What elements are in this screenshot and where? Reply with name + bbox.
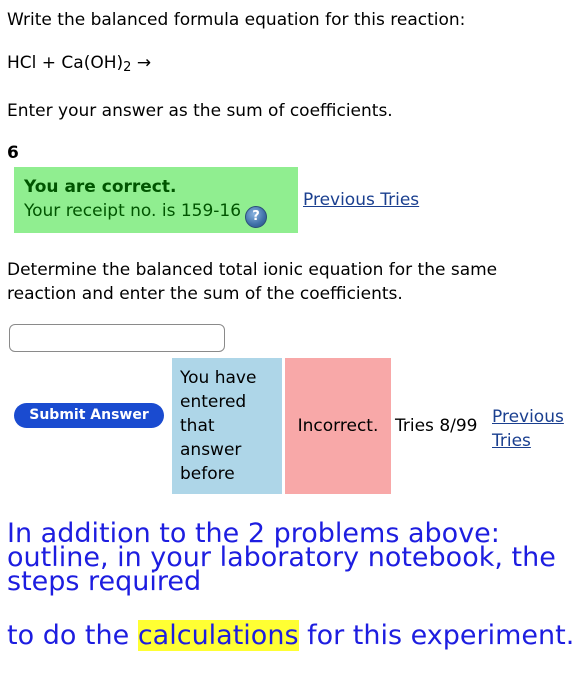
notebook-instruction-continued: to do the calculations for this experime… [7,620,577,651]
incorrect-feedback: Incorrect. [285,358,391,494]
entered-before-message: You have entered that answer before [172,358,282,494]
equation-main: HCl + Ca(OH) [7,53,124,73]
help-icon[interactable]: ? [245,206,268,228]
equation-arrow: → [131,53,152,73]
answer-input-q2[interactable] [9,324,225,352]
tries-counter: Tries 8/99 [395,416,478,436]
correct-feedback-box: You are correct. Your receipt no. is 159… [14,167,298,233]
question1-instruction: Enter your answer as the sum of coeffici… [7,101,393,121]
notebook-instruction: In addition to the 2 problems above: out… [7,518,556,597]
question1-answer: 6 [7,143,19,163]
reaction-equation: HCl + Ca(OH)2 → [7,53,151,75]
incorrect-label: Incorrect. [297,416,379,436]
previous-tries-link-q2[interactable]: Previous Tries [492,405,576,453]
note-prefix: to do the [7,620,138,651]
question2-prompt: Determine the balanced total ionic equat… [7,260,498,304]
receipt-number: Your receipt no. is 159-16 [24,201,242,221]
note-suffix: for this experiment. [298,620,575,651]
correct-feedback-title: You are correct. [24,177,177,197]
previous-tries-link-q1[interactable]: Previous Tries [303,190,419,210]
submit-answer-button[interactable]: Submit Answer [14,403,164,428]
question1-prompt: Write the balanced formula equation for … [7,10,466,30]
highlighted-calculations: calculations [137,620,299,651]
